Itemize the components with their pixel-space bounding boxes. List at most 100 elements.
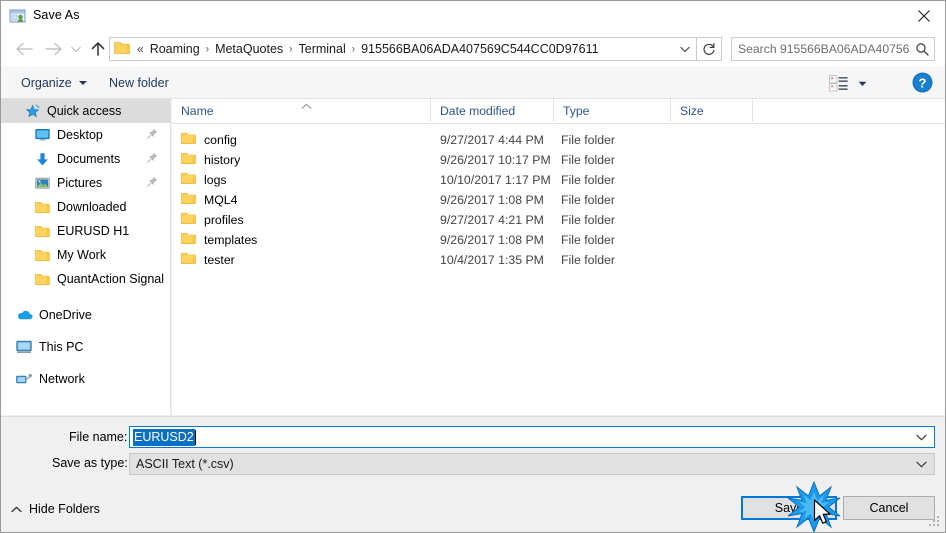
sidebar-item-quantaction-signal[interactable]: QuantAction Signal [1,267,170,291]
sidebar-item-eurusd-h1[interactable]: EURUSD H1 [1,219,170,243]
sidebar-item-label: Network [39,372,85,386]
close-button[interactable] [901,1,945,31]
search-box[interactable]: Search 915566BA06ADA40756... [731,37,935,61]
chevron-right-icon[interactable]: › [286,43,295,55]
table-row[interactable]: profiles 9/27/2017 4:21 PM File folder [172,210,945,230]
column-header-size[interactable]: Size [671,99,753,122]
save-as-window-icon [9,8,26,25]
pin-icon[interactable] [147,152,158,166]
file-name-label: tester [204,253,235,267]
file-date-cell: 9/26/2017 1:08 PM [440,193,544,207]
folder-icon [181,252,196,268]
save-as-type-select[interactable]: ASCII Text (*.csv) [129,453,935,475]
network-icon [15,371,33,387]
save-as-type-value: ASCII Text (*.csv) [136,457,234,471]
table-row[interactable]: tester 10/4/2017 1:35 PM File folder [172,250,945,270]
chevron-right-icon[interactable]: › [349,43,358,55]
sidebar-item-this-pc[interactable]: This PC [1,335,170,359]
forward-button[interactable] [41,36,67,62]
sidebar-item-desktop[interactable]: Desktop [1,123,170,147]
chevron-up-icon [11,502,22,516]
file-list-header: Name Date modified Type Size [172,99,945,124]
refresh-button[interactable] [697,37,722,61]
column-header-name[interactable]: Name [172,99,431,122]
sidebar-item-downloaded[interactable]: Downloaded [1,195,170,219]
chevron-down-icon [78,80,87,85]
pin-icon[interactable] [147,176,158,190]
breadcrumb: « Roaming › MetaQuotes › Terminal › 9155… [133,40,674,58]
file-type-cell: File folder [561,253,615,267]
table-row[interactable]: config 9/27/2017 4:44 PM File folder [172,130,945,150]
cancel-button[interactable]: Cancel [843,496,935,520]
new-folder-button[interactable]: New folder [101,67,177,98]
folder-icon [33,271,51,287]
chevron-down-icon [680,46,690,52]
folder-icon [181,132,196,148]
navigation-bar: « Roaming › MetaQuotes › Terminal › 9155… [1,32,945,67]
organize-label: Organize [21,75,72,90]
sidebar-item-my-work[interactable]: My Work [1,243,170,267]
table-row[interactable]: history 9/26/2017 10:17 PM File folder [172,150,945,170]
sidebar-item-quick-access[interactable]: Quick access [1,99,170,123]
download-arrow-icon [33,151,51,167]
save-button-label: Save [774,501,804,515]
breadcrumb-item-roaming[interactable]: Roaming [147,40,203,58]
sidebar-item-pictures[interactable]: Pictures [1,171,170,195]
pin-icon[interactable] [147,128,158,142]
back-button[interactable] [11,36,37,62]
chevron-right-icon[interactable]: › [203,43,212,55]
folder-icon [181,192,196,208]
up-one-level-button[interactable] [85,36,111,62]
file-name-label: MQL4 [204,193,238,207]
sidebar-item-documents[interactable]: Documents [1,147,170,171]
search-icon[interactable] [910,42,934,56]
address-bar[interactable]: « Roaming › MetaQuotes › Terminal › 9155… [109,37,697,61]
column-header-label: Date modified [440,103,516,118]
file-name-cell: templates [181,232,257,248]
table-row[interactable]: templates 9/26/2017 1:08 PM File folder [172,230,945,250]
breadcrumb-overflow[interactable]: « [133,42,147,56]
hide-folders-button[interactable]: Hide Folders [11,502,100,516]
file-name-cell: logs [181,172,227,188]
help-button[interactable]: ? [912,72,933,93]
folder-icon [33,247,51,263]
breadcrumb-item-terminal-id[interactable]: 915566BA06ADA407569C544CC0D97611 [358,40,601,58]
column-header-date-modified[interactable]: Date modified [431,99,554,122]
chevron-down-icon [71,46,81,52]
breadcrumb-item-metaquotes[interactable]: MetaQuotes [212,40,286,58]
column-header-type[interactable]: Type [554,99,671,122]
file-name-value: EURUSD2 [133,428,195,446]
file-date-cell: 9/27/2017 4:44 PM [440,133,544,147]
search-input[interactable]: Search 915566BA06ADA40756... [732,42,910,56]
chevron-down-icon[interactable] [858,76,867,90]
svg-text:?: ? [919,75,927,90]
save-as-type-dropdown-button[interactable] [908,454,934,474]
file-name-input[interactable]: EURUSD2 [129,426,935,448]
command-toolbar: Organize New folder ? [1,67,945,99]
sidebar-item-label: My Work [57,248,107,262]
sidebar-item-onedrive[interactable]: OneDrive [1,303,170,327]
recent-locations-button[interactable] [67,36,85,62]
chevron-down-icon [915,461,927,467]
table-row[interactable]: MQL4 9/26/2017 1:08 PM File folder [172,190,945,210]
file-list[interactable]: Name Date modified Type Size config 9/27… [172,99,945,415]
table-row[interactable]: logs 10/10/2017 1:17 PM File folder [172,170,945,190]
resize-grip-icon[interactable] [928,515,942,529]
change-view-button[interactable] [829,73,881,93]
refresh-icon [703,43,715,55]
sidebar-item-label: Quick access [47,104,122,118]
breadcrumb-item-terminal[interactable]: Terminal [296,40,349,58]
file-name-cell: MQL4 [181,192,238,208]
file-date-cell: 10/4/2017 1:35 PM [440,253,544,267]
sidebar-item-network[interactable]: Network [1,367,170,391]
navigation-sidebar[interactable]: Quick access Desktop Documents Pictures … [1,99,171,415]
save-button[interactable]: Save [741,496,837,520]
pictures-icon [33,175,51,191]
sidebar-item-label: OneDrive [39,308,92,322]
column-header-label: Type [563,103,590,118]
address-dropdown-button[interactable] [674,38,696,60]
organize-button[interactable]: Organize [13,67,95,98]
file-name-dropdown-button[interactable] [908,427,934,447]
window-title: Save As [33,8,80,22]
folder-icon [181,212,196,228]
